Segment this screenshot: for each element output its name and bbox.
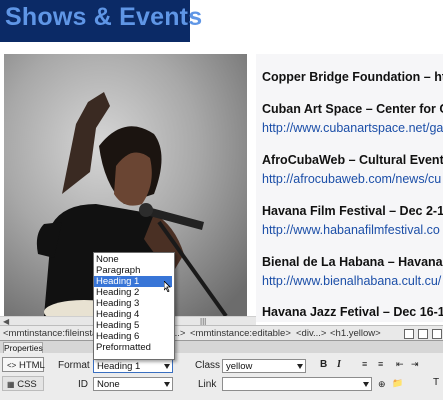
event-link[interactable]: http://www.bienalhabana.cult.cu/ bbox=[262, 274, 441, 288]
chevron-down-icon bbox=[297, 364, 303, 369]
outdent-icon[interactable]: ⇤ bbox=[396, 359, 404, 370]
tag-h1-yellow[interactable]: <h1.yellow> bbox=[330, 328, 381, 339]
html-mode-button[interactable]: <> HTML bbox=[2, 357, 45, 372]
point-to-file-icon[interactable]: ⊕ bbox=[378, 379, 386, 390]
class-select-value: yellow bbox=[226, 361, 253, 372]
event-title: Cuban Art Space – Center for C bbox=[262, 102, 443, 116]
mouse-cursor-icon bbox=[164, 281, 171, 292]
format-label: Format bbox=[58, 360, 90, 371]
unordered-list-icon[interactable]: ≡ bbox=[362, 359, 367, 369]
css-icon: ▦ bbox=[7, 380, 15, 389]
format-option-heading-2[interactable]: Heading 2 bbox=[94, 287, 172, 298]
class-select[interactable]: yellow bbox=[222, 359, 306, 373]
event-title: Havana Film Festival – Dec 2-12 bbox=[262, 204, 443, 218]
format-option-heading-6[interactable]: Heading 6 bbox=[94, 331, 172, 342]
properties-panel: <> HTML ▦ CSS Format Heading 1 ID None C… bbox=[0, 353, 443, 400]
select-tool-icon[interactable] bbox=[404, 329, 414, 339]
format-option-heading-3[interactable]: Heading 3 bbox=[94, 298, 172, 309]
page-heading[interactable]: Shows & Events bbox=[0, 0, 202, 42]
format-select-value: Heading 1 bbox=[97, 361, 141, 372]
page-heading-text: Shows & Events bbox=[5, 3, 203, 31]
browse-folder-icon[interactable]: 📁 bbox=[392, 378, 403, 389]
css-mode-button[interactable]: ▦ CSS bbox=[2, 376, 44, 391]
events-list: Copper Bridge Foundation – htt Cuban Art… bbox=[256, 54, 443, 322]
event-link[interactable]: http://www.habanafilmfestival.co bbox=[262, 223, 440, 237]
format-option-preformatted[interactable]: Preformatted bbox=[94, 342, 172, 353]
format-option-heading-4[interactable]: Heading 4 bbox=[94, 309, 172, 320]
event-title: AfroCubaWeb – Cultural Events bbox=[262, 153, 443, 167]
id-select[interactable]: None bbox=[93, 377, 173, 391]
link-label: Link bbox=[198, 379, 217, 390]
link-input[interactable] bbox=[222, 377, 372, 391]
event-link[interactable]: http://afrocubaweb.com/news/cu bbox=[262, 172, 441, 186]
format-option-heading-1[interactable]: Heading 1 bbox=[94, 276, 172, 287]
format-option-heading-5[interactable]: Heading 5 bbox=[94, 320, 172, 331]
tag-selector-bar: <mmtinstance:fileinsta ...> <mmtinstance… bbox=[0, 325, 443, 341]
tag-mmtinstance-fileinstance[interactable]: <mmtinstance:fileinsta bbox=[3, 328, 97, 339]
indent-icon[interactable]: ⇥ bbox=[411, 359, 419, 370]
css-mode-label: CSS bbox=[17, 379, 37, 390]
id-select-value: None bbox=[97, 379, 120, 390]
code-icon: <> bbox=[7, 361, 17, 370]
properties-panel-header: Properties bbox=[0, 340, 443, 354]
format-option-paragraph[interactable]: Paragraph bbox=[94, 265, 172, 276]
ordered-list-icon[interactable]: ≡ bbox=[378, 359, 383, 369]
class-label: Class bbox=[195, 360, 221, 371]
html-mode-label: HTML bbox=[18, 360, 45, 371]
target-label: T bbox=[433, 377, 440, 388]
chevron-down-icon bbox=[164, 364, 170, 369]
event-title: Havana Jazz Fetival – Dec 16-1 bbox=[262, 305, 443, 319]
format-select[interactable]: Heading 1 bbox=[93, 359, 173, 373]
format-dropdown-list[interactable]: None Paragraph Heading 1 Heading 2 Headi… bbox=[93, 252, 175, 360]
event-title: Bienal de La Habana – Havana E bbox=[262, 255, 443, 269]
id-label: ID bbox=[78, 379, 88, 390]
bold-button[interactable]: B bbox=[320, 359, 327, 370]
chevron-down-icon bbox=[363, 382, 369, 387]
italic-button[interactable]: I bbox=[337, 359, 341, 370]
format-option-none[interactable]: None bbox=[94, 254, 172, 265]
tag-mmtinstance-editable[interactable]: <mmtinstance:editable> bbox=[190, 328, 291, 339]
event-title: Copper Bridge Foundation – htt bbox=[262, 70, 443, 84]
zoom-tool-icon[interactable] bbox=[432, 329, 442, 339]
tag-div[interactable]: <div...> bbox=[296, 328, 326, 339]
event-link[interactable]: http://www.cubanartspace.net/ga bbox=[262, 121, 443, 135]
hand-tool-icon[interactable] bbox=[418, 329, 428, 339]
chevron-down-icon bbox=[164, 382, 170, 387]
